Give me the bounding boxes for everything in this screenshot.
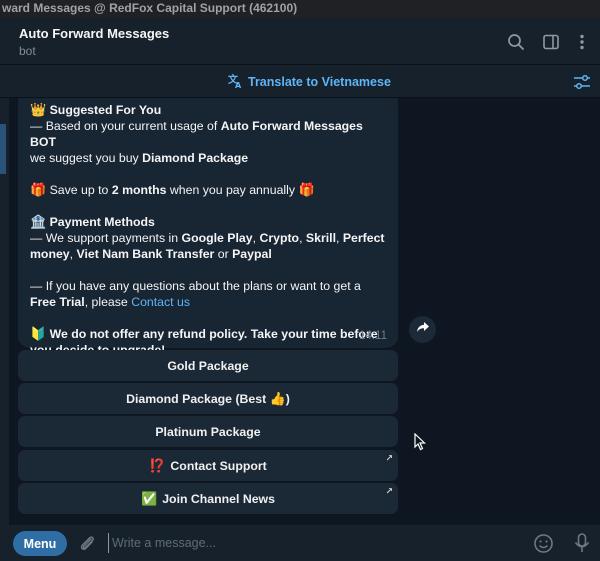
text-span: , please (84, 295, 132, 309)
bot-menu-button[interactable]: Menu (13, 531, 67, 556)
text-span: , (299, 231, 306, 245)
beginner-emoji: 🔰 (30, 326, 47, 341)
button-label: Platinum Package (155, 424, 261, 439)
message-composer: Menu (0, 525, 600, 561)
join-channel-button[interactable]: ✅ Join Channel News ↗ (18, 483, 398, 514)
button-label: Gold Package (167, 358, 249, 373)
payment-title: Payment Methods (49, 215, 155, 229)
button-label: Join Channel News (162, 491, 275, 506)
package-name: Diamond Package (142, 151, 249, 165)
more-vert-icon[interactable] (572, 32, 592, 52)
suggest-heading: 👑 Suggested For You (30, 102, 386, 118)
check-emoji: ✅ (141, 490, 158, 506)
text-span: — Based on your current usage of (30, 119, 221, 133)
text-span: — If you have any questions about the pl… (30, 279, 361, 293)
paperclip-icon[interactable] (77, 533, 97, 553)
payment-heading: 🏦 Payment Methods (30, 214, 386, 230)
crown-emoji: 👑 (30, 102, 47, 117)
chat-title[interactable]: Auto Forward Messages (19, 26, 169, 41)
message-input[interactable] (108, 533, 508, 553)
method: Skrill (305, 231, 336, 245)
forward-button[interactable] (409, 316, 436, 343)
platinum-package-button[interactable]: Platinum Package (18, 416, 398, 447)
window-title: ward Messages @ RedFox Capital Support (… (2, 1, 298, 15)
button-label: Contact Support (170, 458, 267, 473)
suggest-title: Suggested For You (49, 103, 162, 117)
method: Paypal (232, 247, 272, 261)
gift-emoji: 🎁 (30, 182, 47, 197)
thumbs-up-emoji: 👍 (269, 390, 286, 406)
save-line: 🎁 Save up to 2 months when you pay annua… (30, 182, 386, 198)
free-trial: Free Trial (30, 295, 85, 309)
external-link-icon: ↗ (385, 486, 393, 496)
search-icon[interactable] (506, 32, 526, 52)
message-bubble[interactable]: 👑 Suggested For You — Based on your curr… (18, 98, 398, 357)
method: Google Play (181, 231, 253, 245)
method: Crypto (259, 231, 300, 245)
window-title-bar: ward Messages @ RedFox Capital Support (… (0, 0, 600, 18)
diamond-package-button[interactable]: Diamond Package (Best 👍) (18, 383, 398, 414)
text-span: or (214, 247, 233, 261)
text-span: — We support payments in (30, 231, 182, 245)
contact-support-button[interactable]: ⁉️ Contact Support ↗ (18, 450, 398, 481)
gold-package-button[interactable]: Gold Package (18, 350, 398, 381)
external-link-icon: ↗ (385, 453, 393, 463)
interrobang-emoji: ⁉️ (149, 457, 166, 473)
microphone-icon[interactable] (573, 532, 591, 554)
method: Viet Nam Bank Transfer (76, 247, 215, 261)
questions-text: — If you have any questions about the pl… (30, 278, 386, 310)
text-span: we suggest you buy (30, 151, 143, 165)
label-text: ) (285, 391, 290, 406)
translate-button[interactable]: 文A Translate to Vietnamese (228, 73, 391, 91)
payment-methods-text: — We support payments in Google Play, Cr… (30, 230, 386, 262)
suggest-line-2: we suggest you buy Diamond Package (30, 150, 386, 166)
chat-header[interactable]: Auto Forward Messages bot (0, 18, 600, 65)
share-arrow-icon (416, 320, 430, 339)
contact-us-link[interactable]: Contact us (131, 295, 190, 309)
filter-sliders-icon[interactable] (572, 73, 592, 91)
active-chat-indicator (0, 124, 6, 174)
label-text: Diamond Package (Best (126, 391, 267, 406)
emoji-icon[interactable] (533, 533, 554, 554)
text-span: when you pay annually (166, 183, 299, 197)
mouse-pointer-icon (414, 432, 427, 451)
text-span: Save up to (46, 183, 112, 197)
text-span: , (335, 231, 343, 245)
message-time: 14:11 (359, 330, 387, 342)
translate-icon: 文A (228, 73, 244, 92)
translate-label: Translate to Vietnamese (248, 75, 391, 89)
translate-bar: 文A Translate to Vietnamese (0, 65, 600, 98)
chat-list-edge (0, 98, 9, 525)
svg-text:A: A (235, 81, 242, 89)
chat-subtitle: bot (19, 44, 36, 58)
suggest-line-1: — Based on your current usage of Auto Fo… (30, 118, 386, 150)
button-label: Diamond Package (Best 👍) (126, 391, 290, 407)
save-amount: 2 months (111, 183, 167, 197)
gift-emoji: 🎁 (298, 182, 315, 197)
sidebar-toggle-icon[interactable] (541, 32, 561, 52)
bank-emoji: 🏦 (30, 214, 47, 229)
message-list[interactable]: 👑 Suggested For You — Based on your curr… (0, 98, 600, 525)
